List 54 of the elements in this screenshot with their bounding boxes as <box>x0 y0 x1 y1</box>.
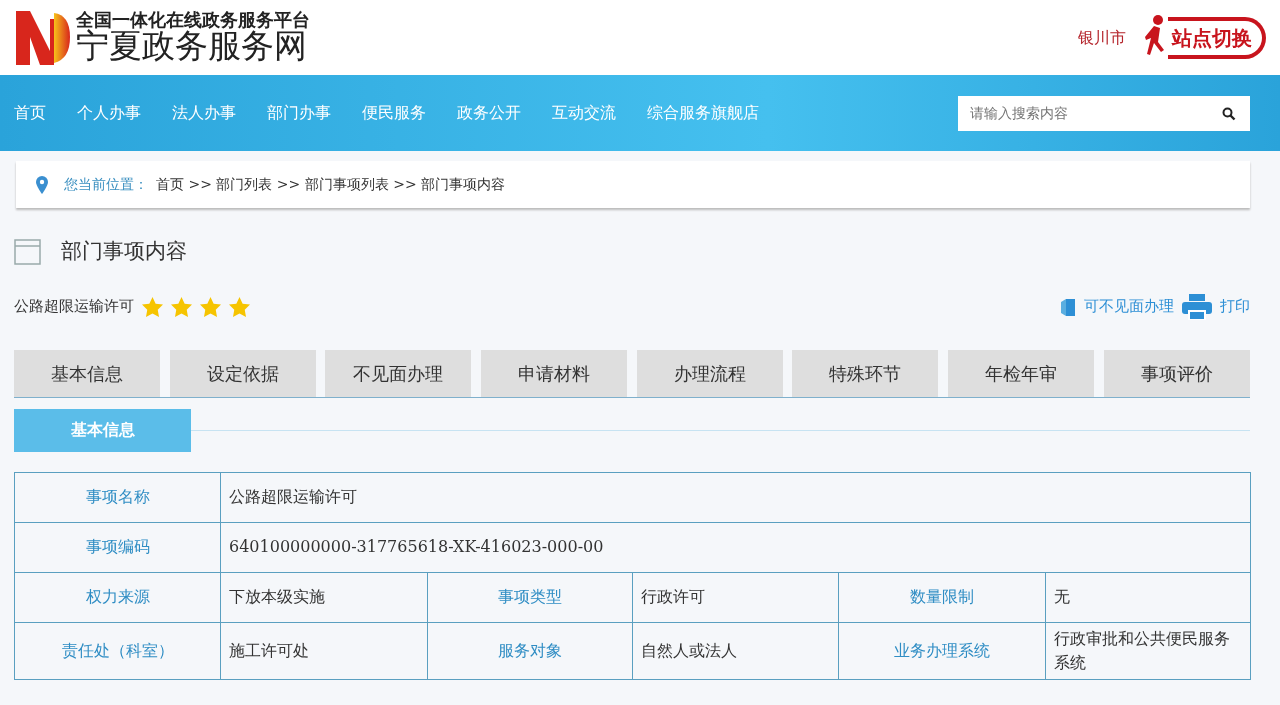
breadcrumb-label: 您当前位置： <box>64 175 148 194</box>
field-value: 施工许可处 <box>220 622 428 679</box>
tab[interactable]: 申请材料 <box>481 349 628 397</box>
field-label: 业务办理系统 <box>838 622 1046 679</box>
field-label: 服务对象 <box>427 622 633 679</box>
star-icon <box>171 296 192 317</box>
breadcrumb-path: 首页 >> 部门列表 >> 部门事项列表 >> 部门事项内容 <box>156 175 506 194</box>
item-name: 公路超限运输许可 <box>14 296 134 318</box>
location-pin-icon <box>36 175 48 194</box>
tab[interactable]: 不见面办理 <box>325 349 472 397</box>
tab[interactable]: 设定依据 <box>169 349 316 397</box>
field-label: 数量限制 <box>838 572 1046 622</box>
section-tab[interactable]: 基本信息 <box>14 408 191 452</box>
window-icon <box>14 238 41 265</box>
field-value: 640100000000-317765618-XK-416023-000-00 <box>220 522 1251 572</box>
field-label: 责任处（科室） <box>14 622 221 679</box>
remote-service-link[interactable]: 可不见面办理 <box>1084 295 1174 318</box>
star-icon <box>229 296 250 317</box>
nav-link[interactable]: 便民服务 <box>362 101 426 125</box>
field-value: 公路超限运输许可 <box>220 472 1251 522</box>
nav-link[interactable]: 互动交流 <box>552 101 616 125</box>
site-name: 宁夏政务服务网 <box>76 29 307 64</box>
city-name: 银川市 <box>1078 26 1126 49</box>
print-link[interactable]: 打印 <box>1220 295 1250 318</box>
field-label: 权力来源 <box>14 572 221 622</box>
field-value: 无 <box>1045 572 1251 622</box>
field-label: 事项编码 <box>14 522 221 572</box>
site-switch-link[interactable]: 站点切换 <box>1168 16 1266 59</box>
field-value: 下放本级实施 <box>220 572 428 622</box>
tab[interactable]: 特殊环节 <box>792 349 939 397</box>
field-value: 行政许可 <box>632 572 839 622</box>
logo-icon <box>14 8 72 67</box>
tab[interactable]: 年检年审 <box>948 349 1095 397</box>
printer-icon <box>1182 293 1212 320</box>
document-icon <box>1060 296 1076 317</box>
star-icon <box>200 296 221 317</box>
search-icon[interactable] <box>1222 106 1236 121</box>
section-title: 部门事项内容 <box>61 238 187 265</box>
nav-link[interactable]: 法人办事 <box>172 101 236 125</box>
tab[interactable]: 事项评价 <box>1103 349 1250 397</box>
nav-link[interactable]: 综合服务旗舰店 <box>647 101 759 125</box>
nav-link[interactable]: 政务公开 <box>457 101 521 125</box>
tab[interactable]: 办理流程 <box>636 349 783 397</box>
field-label: 事项类型 <box>427 572 633 622</box>
field-value: 行政审批和公共便民服务系统 <box>1045 622 1251 679</box>
tab[interactable]: 基本信息 <box>14 349 160 397</box>
nav-link[interactable]: 首页 <box>14 101 46 125</box>
nav-link[interactable]: 部门办事 <box>267 101 331 125</box>
search-field[interactable]: 请输入搜索内容 <box>958 95 1250 131</box>
star-icon <box>142 296 163 317</box>
site-tagline: 全国一体化在线政务服务平台 <box>76 11 310 30</box>
field-value: 自然人或法人 <box>632 622 839 679</box>
nav-link[interactable]: 个人办事 <box>77 101 141 125</box>
field-label: 事项名称 <box>14 472 221 522</box>
